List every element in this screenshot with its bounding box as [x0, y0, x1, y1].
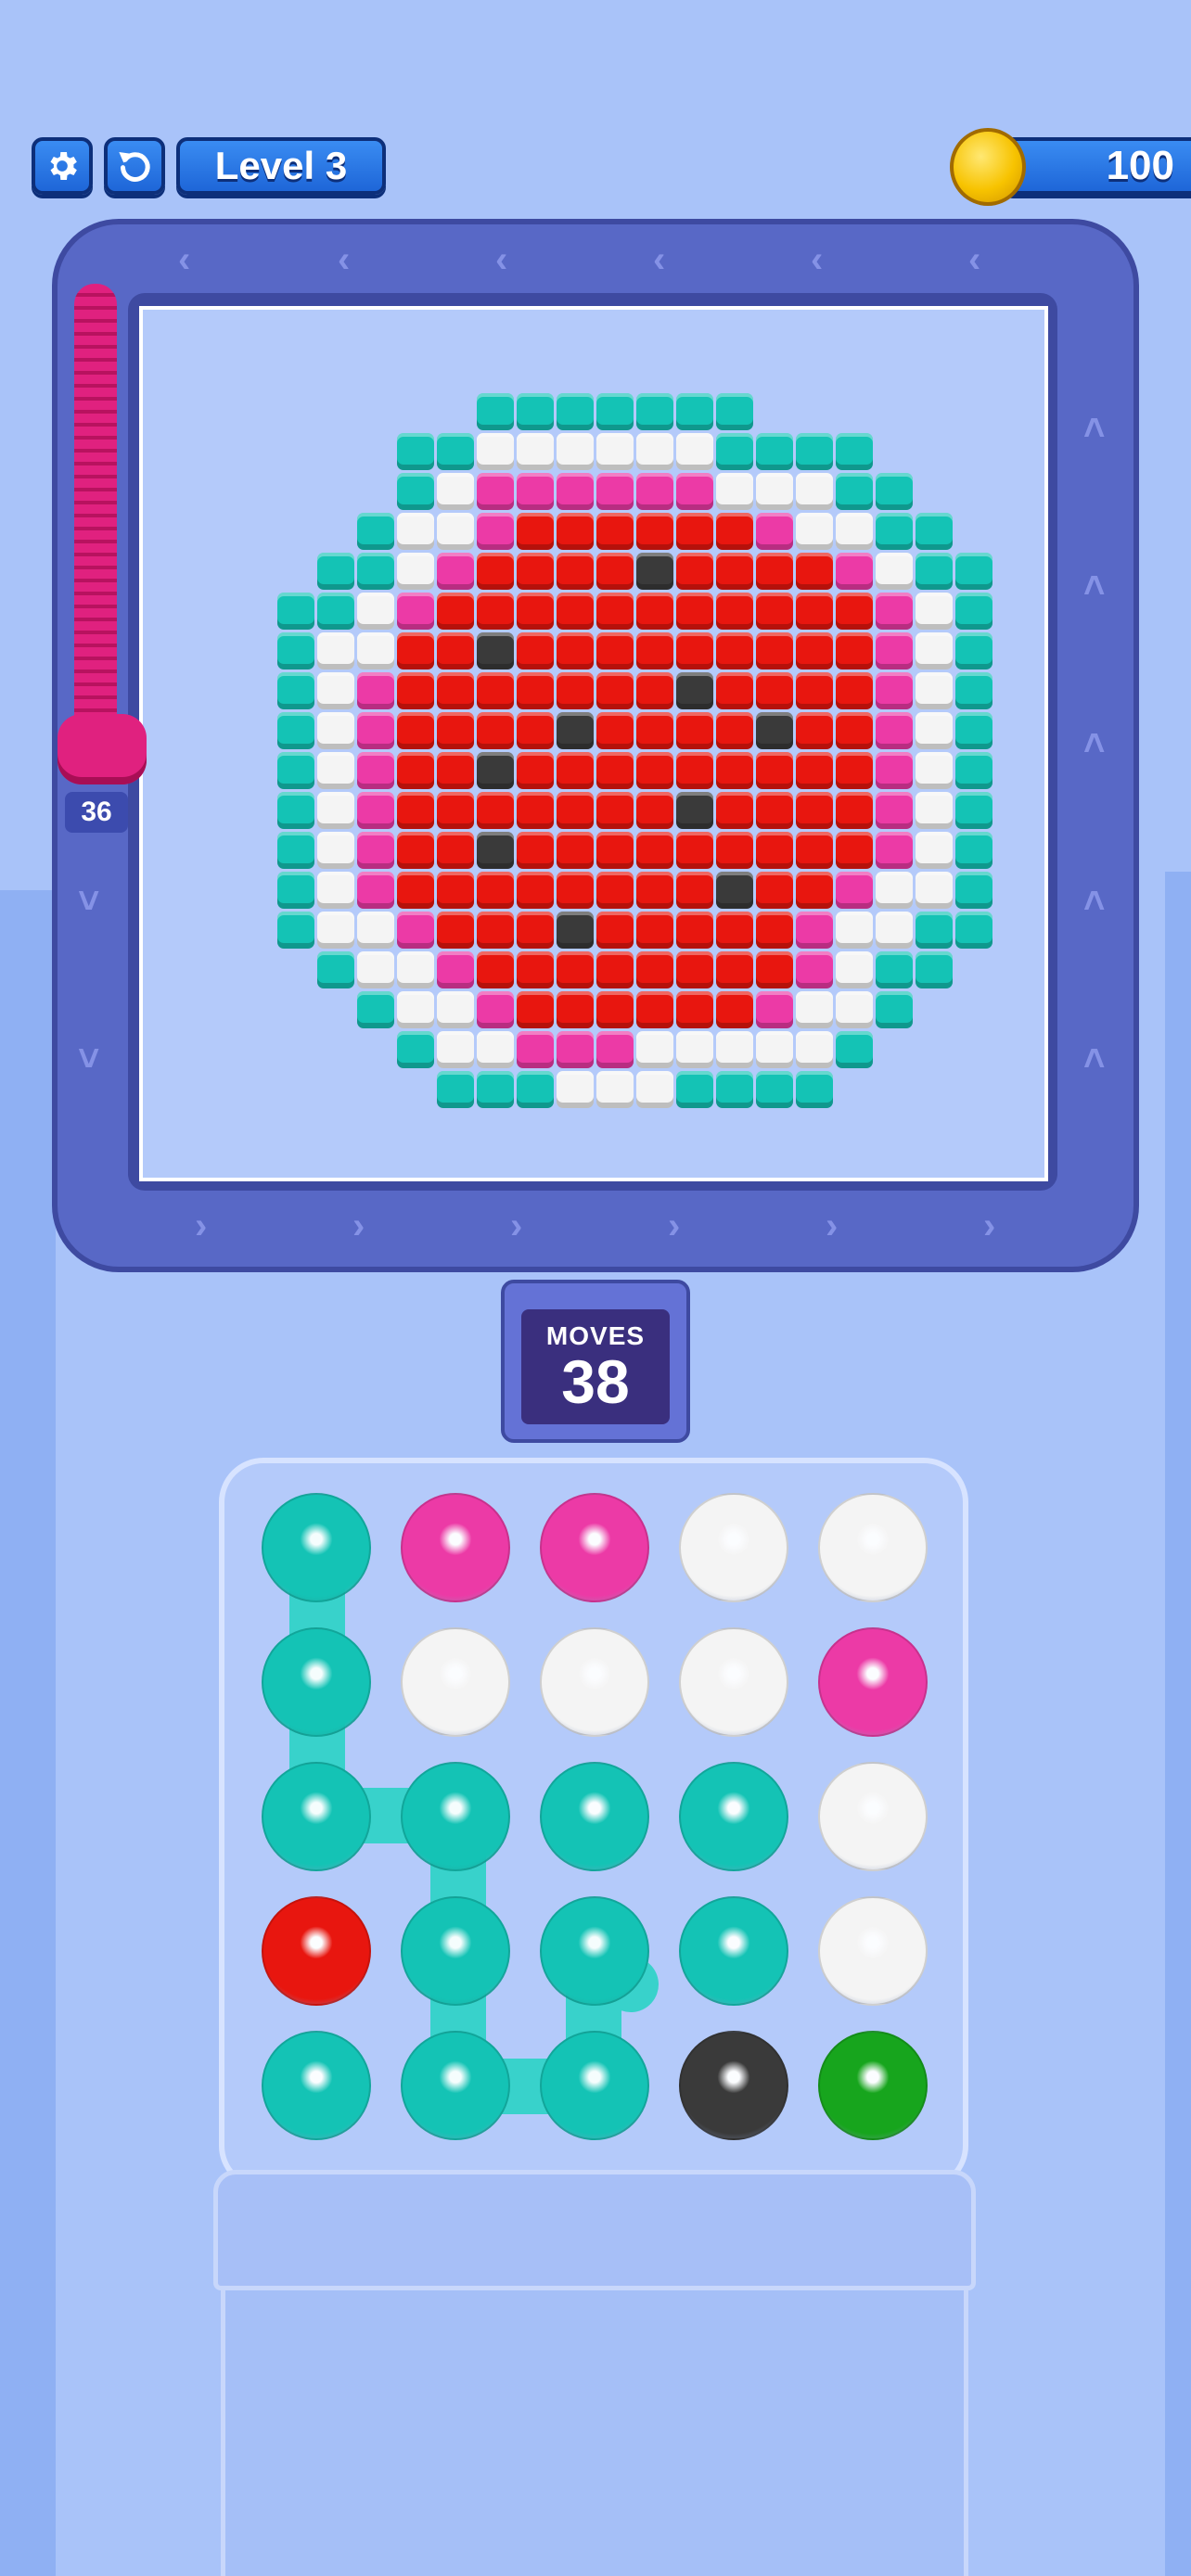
ball-teal[interactable]: [401, 1896, 510, 2006]
ball-pink[interactable]: [540, 1493, 649, 1602]
tray: [213, 2170, 976, 2290]
ball-teal[interactable]: [262, 2031, 371, 2140]
ball-white[interactable]: [818, 1762, 928, 1871]
ball-white[interactable]: [540, 1627, 649, 1737]
ball-teal[interactable]: [262, 1627, 371, 1737]
ball-teal[interactable]: [540, 1762, 649, 1871]
ball-teal[interactable]: [262, 1762, 371, 1871]
ball-teal[interactable]: [540, 1896, 649, 2006]
ball-red[interactable]: [262, 1896, 371, 2006]
ball-white[interactable]: [679, 1493, 788, 1602]
ball-white[interactable]: [401, 1627, 510, 1737]
ball-teal[interactable]: [401, 1762, 510, 1871]
ball-teal[interactable]: [540, 2031, 649, 2140]
tray-body: [221, 2290, 968, 2576]
ball-pink[interactable]: [401, 1493, 510, 1602]
ball-teal[interactable]: [679, 1896, 788, 2006]
ball-teal[interactable]: [679, 1762, 788, 1871]
ball-white[interactable]: [818, 1493, 928, 1602]
ball-white[interactable]: [818, 1896, 928, 2006]
ball-teal[interactable]: [262, 1493, 371, 1602]
ball-teal[interactable]: [401, 2031, 510, 2140]
ball-green[interactable]: [818, 2031, 928, 2140]
ball-black[interactable]: [679, 2031, 788, 2140]
ball-white[interactable]: [679, 1627, 788, 1737]
ball-pink[interactable]: [818, 1627, 928, 1737]
